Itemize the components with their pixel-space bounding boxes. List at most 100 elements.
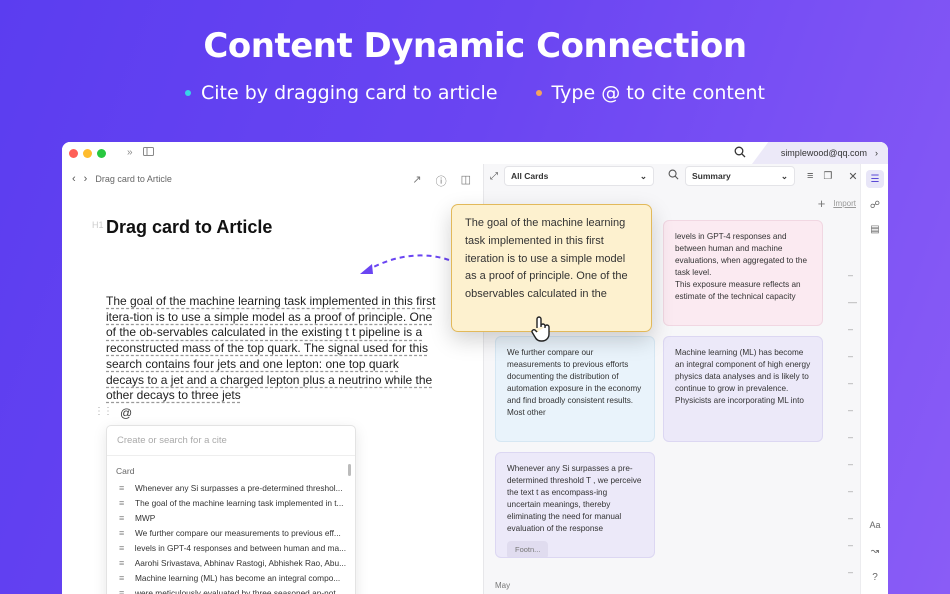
outline-marker[interactable]: – [848,405,857,415]
cite-list-item[interactable]: ≡ Machine learning (ML) has become an int… [107,570,355,585]
card-filter-value: All Cards [511,171,549,181]
layers-icon[interactable]: ☰ [866,170,884,188]
help-icon[interactable]: ? [866,568,884,586]
layers-icon: ≡ [119,482,125,493]
breadcrumb-current: Drag card to Article [95,174,172,184]
editor-toolbar: ↗ ⓘ ◫ [412,173,471,189]
outline-marker[interactable]: – [848,270,857,280]
card-text: Whenever any Si surpasses a pre-determin… [507,464,642,533]
close-icon[interactable]: ✕ [848,170,857,183]
cite-list: ≡ Whenever any Si surpasses a pre-determi… [107,480,355,594]
outline-marker[interactable]: – [848,540,857,550]
card[interactable]: Whenever any Si surpasses a pre-determin… [495,452,655,558]
chevron-down-icon: ⌄ [780,170,788,181]
card-text: levels in GPT-4 responses and between hu… [675,232,808,301]
dragged-card-text: The goal of the machine learning task im… [465,217,628,301]
layers-icon: ≡ [119,527,125,538]
cite-list-item[interactable]: ≡ Aarohi Srivastava, Abhinav Rastogi, Abh… [107,555,355,570]
card[interactable]: levels in GPT-4 responses and between hu… [663,220,823,326]
card[interactable]: Machine learning (ML) has become an inte… [663,336,823,442]
user-email: simplewood@qq.com [780,148,867,158]
text-style-icon[interactable]: Aa [866,516,884,534]
outline-marker[interactable]: – [848,432,857,442]
bullet-dot [185,90,191,96]
graph-icon[interactable]: ☍ [866,196,884,214]
view-mode-select[interactable]: Summary ⌄ [685,166,795,186]
hero-bullet-drag: Cite by dragging card to article [185,82,498,104]
cite-item-text: Machine learning (ML) has become an inte… [135,572,341,583]
outline-marker[interactable]: — [848,297,857,307]
info-icon[interactable]: ⓘ [436,173,447,189]
month-label: May [495,581,511,590]
add-card-icon[interactable]: + [818,196,826,211]
outline-marker[interactable]: – [848,459,857,469]
search-icon[interactable] [734,146,746,161]
copy-icon[interactable]: ❐ [823,171,832,182]
list-view-icon[interactable]: ≡ [807,170,813,182]
cite-section-label: Card [116,466,135,476]
search-icon[interactable] [668,167,679,185]
document-paragraph[interactable]: The goal of the machine learning task im… [106,294,436,404]
layers-icon: ≡ [119,572,125,583]
import-link[interactable]: Import [833,199,856,208]
cite-list-item[interactable]: ≡ levels in GPT-4 responses and between h… [107,540,355,555]
hero-bullet-at: Type @ to cite content [535,82,765,104]
hero-title: Content Dynamic Connection [203,26,747,66]
hero-bullet-text: Cite by dragging card to article [201,82,498,104]
outline-marker[interactable]: – [848,378,857,388]
hand-cursor-icon [530,316,552,348]
layers-icon: ≡ [119,542,125,553]
collapse-icon[interactable]: ⤢ [490,171,498,182]
close-window-button[interactable] [69,148,78,158]
cite-item-text: We further compare our measurements to p… [135,527,341,538]
drag-handle-icon[interactable]: ⋮⋮ [94,406,113,420]
title-bar: » simplewood@qq.com › [62,142,888,164]
layers-icon: ≡ [119,587,125,594]
cards-toolbar: ⤢ All Cards ⌄ Summary ⌄ ≡ ❐ ✕ [484,164,888,188]
split-view-icon[interactable]: ◫ [461,173,471,189]
scrollbar[interactable] [348,464,351,476]
outline-marker[interactable]: – [848,486,857,496]
document-icon[interactable]: ▤ [866,220,884,238]
outline-marker[interactable]: – [848,513,857,523]
dragged-card[interactable]: The goal of the machine learning task im… [451,204,652,332]
cite-item-text: levels in GPT-4 responses and between hu… [134,542,346,553]
chevron-right-icon: › [875,148,878,158]
cite-search-input[interactable]: Create or search for a cite [107,426,355,456]
cite-list-item[interactable]: ≡ were meticulously evaluated by three se… [107,585,355,594]
page-title: Drag card to Article [106,217,273,237]
bullet-dot [535,90,542,96]
outline-marker[interactable]: – [848,324,857,334]
sidebar-toggle-icon[interactable] [142,147,154,159]
drag-arrow-icon [360,254,450,274]
outline-marker[interactable]: – [848,567,857,577]
cite-item-text: Aarohi Srivastava, Abhinav Rastogi, Abhi… [134,557,346,568]
at-symbol: @ [120,406,133,420]
minimize-window-button[interactable] [83,148,92,158]
side-rail: ☰ ☍ ▤ Aa ↝ ? [860,164,888,594]
view-mode-value: Summary [692,171,731,181]
chart-icon[interactable]: ↝ [866,542,884,560]
outline-markers: – — – – – – – – – – – – – [848,270,857,594]
maximize-window-button[interactable] [97,148,106,158]
cite-list-item[interactable]: ≡ Whenever any Si surpasses a pre-determi… [107,480,355,495]
cite-item-text: Whenever any Si surpasses a pre-determin… [135,482,343,493]
card[interactable]: We further compare our measurements to p… [495,336,655,442]
forward-icon[interactable]: › [84,173,88,185]
cite-list-item[interactable]: ≡ We further compare our measurements to … [107,525,355,540]
expand-icon[interactable]: » [127,147,133,159]
cite-list-item[interactable]: ≡ MWP [107,510,355,525]
outline-marker[interactable]: – [848,351,857,361]
card-filter-select[interactable]: All Cards ⌄ [504,166,654,186]
cite-item-text: MWP [135,512,156,523]
chevron-down-icon: ⌄ [639,170,647,181]
layers-icon: ≡ [119,557,125,568]
user-account-button[interactable]: simplewood@qq.com › [752,142,888,164]
cite-trigger-row[interactable]: ⋮⋮ @ [94,406,132,420]
editor-pane: ‹ › Drag card to Article ↗ ⓘ ◫ H1 Drag c… [62,164,483,594]
card-tag[interactable]: Footn... [507,541,549,557]
share-icon[interactable]: ↗ [412,173,421,189]
back-icon[interactable]: ‹ [72,173,76,185]
card-text: Machine learning (ML) has become an inte… [675,348,811,405]
cite-list-item[interactable]: ≡ The goal of the machine learning task i… [107,495,355,510]
